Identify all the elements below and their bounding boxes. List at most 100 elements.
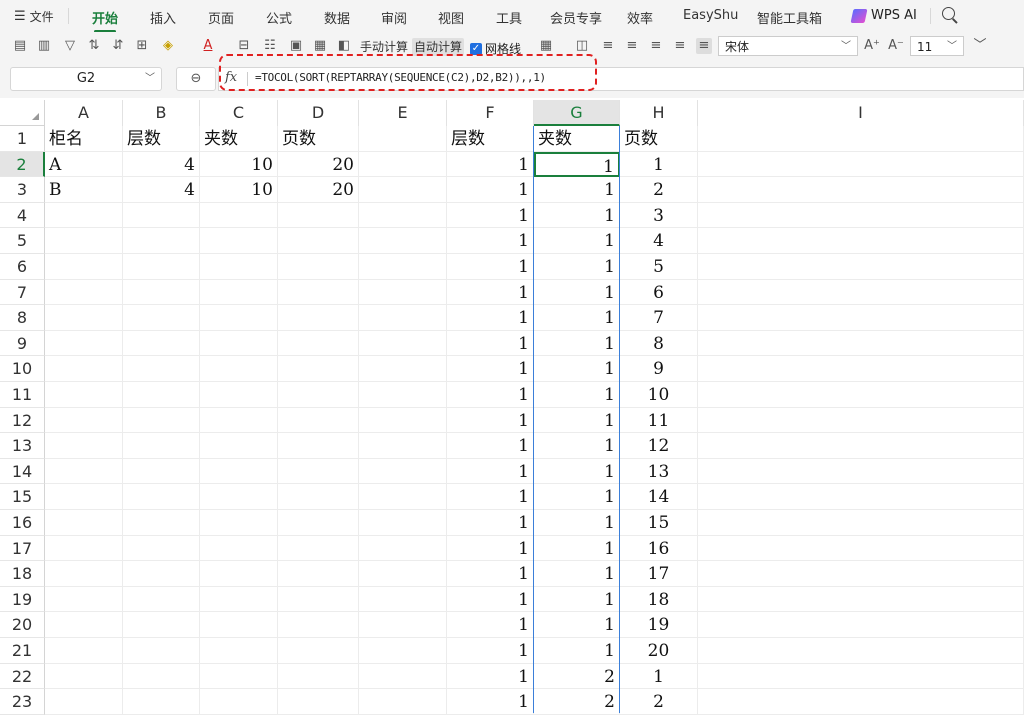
column-header-H[interactable]: H [620, 100, 698, 126]
row-header-3[interactable]: 3 [0, 177, 45, 203]
cell-B6[interactable] [123, 254, 200, 280]
cell-I2[interactable] [698, 151, 1024, 178]
column-header-F[interactable]: F [447, 100, 534, 126]
cell-H21[interactable]: 20 [620, 638, 698, 664]
cell-B1[interactable]: 层数 [123, 126, 200, 152]
cell-D2[interactable]: 20 [278, 151, 359, 178]
cell-C2[interactable]: 10 [200, 151, 278, 178]
cell-A23[interactable] [45, 689, 123, 715]
cell-F14[interactable]: 1 [447, 458, 534, 485]
row-header-6[interactable]: 6 [0, 254, 45, 280]
cell-C21[interactable] [200, 638, 278, 664]
cell-F22[interactable]: 1 [447, 663, 534, 690]
cell-B10[interactable] [123, 356, 200, 382]
paste-icon[interactable]: ▤ [12, 38, 28, 54]
menu-tab[interactable]: 工具 [496, 8, 522, 27]
row-header-22[interactable]: 22 [0, 663, 45, 690]
cell-B20[interactable] [123, 612, 200, 638]
row-header-16[interactable]: 16 [0, 510, 45, 536]
merge-icon[interactable]: ⊟ [236, 38, 252, 54]
cell-I20[interactable] [698, 612, 1024, 638]
align-center-icon[interactable]: ≡ [648, 38, 664, 54]
cell-H5[interactable]: 4 [620, 228, 698, 254]
row-header-14[interactable]: 14 [0, 458, 45, 485]
row-header-1[interactable]: 1 [0, 126, 45, 152]
sort-desc-icon[interactable]: ⇵ [110, 38, 126, 54]
cell-H18[interactable]: 17 [620, 561, 698, 587]
cell-B13[interactable] [123, 433, 200, 459]
column-header-I[interactable]: I [698, 100, 1024, 126]
row-header-11[interactable]: 11 [0, 382, 45, 408]
cell-I23[interactable] [698, 689, 1024, 715]
row-header-9[interactable]: 9 [0, 330, 45, 357]
cell-C17[interactable] [200, 535, 278, 562]
name-box[interactable]: G2 ﹀ [10, 67, 162, 91]
cell-B17[interactable] [123, 535, 200, 562]
cell-E23[interactable] [359, 689, 447, 715]
cell-I12[interactable] [698, 407, 1024, 434]
cell-E6[interactable] [359, 254, 447, 280]
font-color-icon[interactable]: A [200, 38, 216, 54]
cell-A8[interactable] [45, 305, 123, 331]
cell-D16[interactable] [278, 510, 359, 536]
cell-D19[interactable] [278, 586, 359, 613]
cell-E3[interactable] [359, 177, 447, 203]
cell-F16[interactable]: 1 [447, 510, 534, 536]
cell-I4[interactable] [698, 202, 1024, 229]
cell-H16[interactable]: 15 [620, 510, 698, 536]
cell-D8[interactable] [278, 305, 359, 331]
expand-toolbar-icon[interactable]: ﹀ [972, 38, 988, 54]
cell-I22[interactable] [698, 663, 1024, 690]
cell-H12[interactable]: 11 [620, 407, 698, 434]
menu-tab[interactable]: 视图 [438, 8, 464, 27]
cell-F6[interactable]: 1 [447, 254, 534, 280]
table-style-icon[interactable]: ▦ [538, 38, 554, 54]
cell-G6[interactable]: 1 [534, 254, 620, 280]
cell-A2[interactable]: A [45, 151, 123, 178]
cell-H10[interactable]: 9 [620, 356, 698, 382]
cell-C15[interactable] [200, 484, 278, 510]
cell-F10[interactable]: 1 [447, 356, 534, 382]
cell-H14[interactable]: 13 [620, 458, 698, 485]
cell-F21[interactable]: 1 [447, 638, 534, 664]
cell-I16[interactable] [698, 510, 1024, 536]
menu-tab[interactable]: 审阅 [381, 8, 407, 27]
cell-F7[interactable]: 1 [447, 279, 534, 306]
formula-input[interactable]: fx =TOCOL(SORT(REPTARRAY(SEQUENCE(C2),D2… [218, 67, 1024, 91]
menu-tab[interactable]: 数据 [324, 8, 350, 27]
cell-E11[interactable] [359, 382, 447, 408]
cell-B4[interactable] [123, 202, 200, 229]
cell-G3[interactable]: 1 [534, 177, 620, 203]
gridlines-toggle[interactable]: ✓ 网格线 [470, 40, 521, 57]
cell-H6[interactable]: 5 [620, 254, 698, 280]
cell-D12[interactable] [278, 407, 359, 434]
fill-color-icon[interactable]: ◈ [160, 38, 176, 54]
cell-E14[interactable] [359, 458, 447, 485]
cell-I18[interactable] [698, 561, 1024, 587]
manual-calc-button[interactable]: 手动计算 [358, 38, 410, 56]
menu-tab[interactable]: 会员专享 [550, 8, 602, 27]
cell-E2[interactable] [359, 151, 447, 178]
cell-H23[interactable]: 2 [620, 689, 698, 715]
cell-G12[interactable]: 1 [534, 407, 620, 434]
cell-C9[interactable] [200, 330, 278, 357]
cell-I14[interactable] [698, 458, 1024, 485]
cell-E22[interactable] [359, 663, 447, 690]
lookup-function-icon[interactable]: ⊖ [176, 67, 216, 91]
cell-D11[interactable] [278, 382, 359, 408]
cell-D13[interactable] [278, 433, 359, 459]
cell-G21[interactable]: 1 [534, 638, 620, 664]
cell-G17[interactable]: 1 [534, 535, 620, 562]
font-size-select[interactable]: 11 ﹀ [910, 36, 964, 56]
cell-G7[interactable]: 1 [534, 279, 620, 306]
row-header-21[interactable]: 21 [0, 638, 45, 664]
cell-I9[interactable] [698, 330, 1024, 357]
wps-ai-button[interactable]: WPS AI [850, 8, 917, 23]
cell-D6[interactable] [278, 254, 359, 280]
cell-G14[interactable]: 1 [534, 458, 620, 485]
cell-H2[interactable]: 1 [620, 151, 698, 178]
cell-C3[interactable]: 10 [200, 177, 278, 203]
cell-A9[interactable] [45, 330, 123, 357]
cell-I19[interactable] [698, 586, 1024, 613]
cell-F4[interactable]: 1 [447, 202, 534, 229]
